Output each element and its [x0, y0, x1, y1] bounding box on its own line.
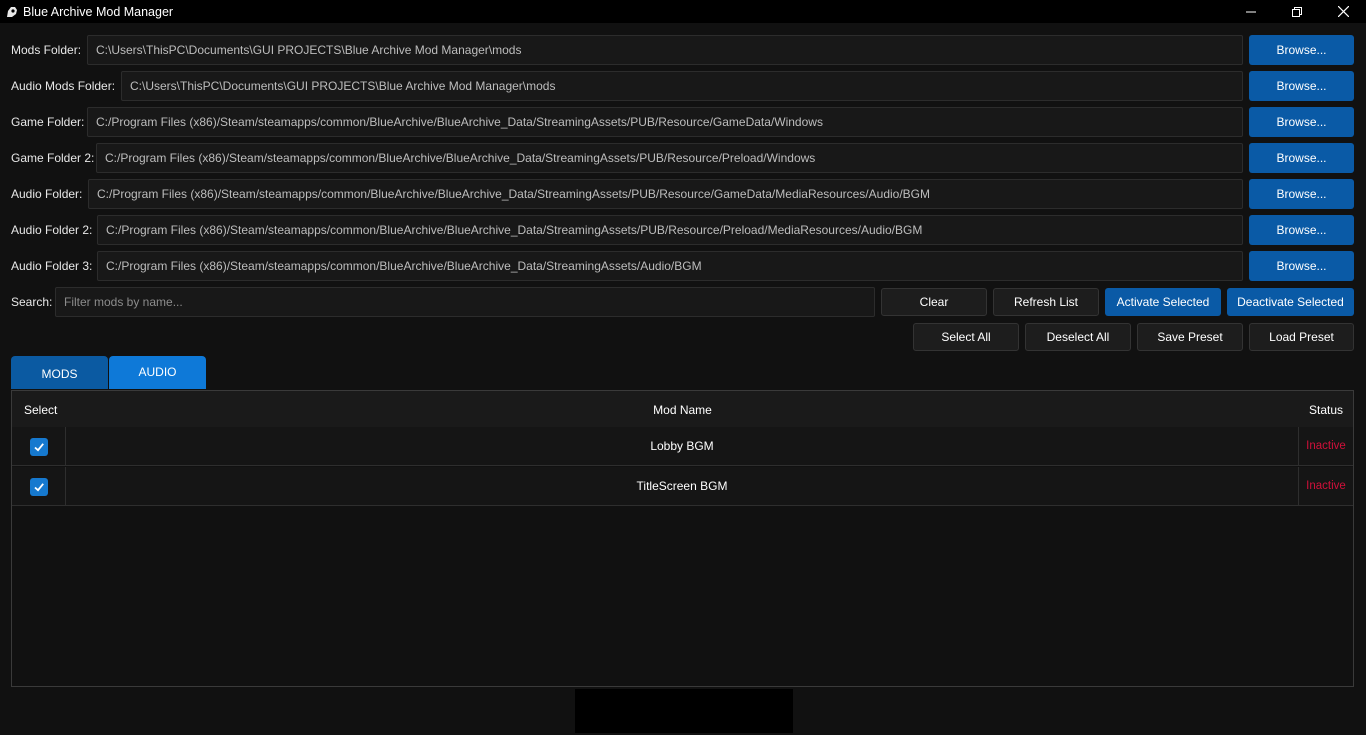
- audio-folder-label: Audio Folder:: [11, 187, 83, 201]
- game-folder-2-row: Game Folder 2: C:/Program Files (x86)/St…: [0, 142, 1366, 174]
- deactivate-selected-button[interactable]: Deactivate Selected: [1227, 288, 1354, 316]
- audio-folder-3-label: Audio Folder 3:: [11, 259, 93, 273]
- window-title: Blue Archive Mod Manager: [23, 4, 174, 19]
- column-header-mod-name[interactable]: Mod Name: [12, 391, 1353, 427]
- table-row[interactable]: TitleScreen BGM Inactive: [12, 467, 1353, 506]
- deselect-all-button[interactable]: Deselect All: [1025, 323, 1131, 351]
- game-folder-row: Game Folder: C:/Program Files (x86)/Stea…: [0, 106, 1366, 138]
- audio-folder-3-browse-button[interactable]: Browse...: [1249, 251, 1354, 281]
- audio-folder-2-input[interactable]: C:/Program Files (x86)/Steam/steamapps/c…: [97, 215, 1243, 245]
- game-folder-2-label: Game Folder 2:: [11, 151, 95, 165]
- column-header-status[interactable]: Status: [1309, 391, 1343, 427]
- bottom-panel: [575, 689, 793, 733]
- activate-selected-button[interactable]: Activate Selected: [1105, 288, 1221, 316]
- status-badge: Inactive: [1306, 440, 1346, 452]
- row-select-cell: [12, 427, 66, 466]
- audio-mods-folder-row: Audio Mods Folder: C:\Users\ThisPC\Docum…: [0, 70, 1366, 102]
- clear-button[interactable]: Clear: [881, 288, 987, 316]
- title-bar: Blue Archive Mod Manager: [0, 0, 1366, 23]
- row-checkbox[interactable]: [29, 477, 48, 496]
- restore-icon[interactable]: [1274, 0, 1320, 23]
- row-select-cell: [12, 467, 66, 506]
- load-preset-button[interactable]: Load Preset: [1249, 323, 1354, 351]
- close-icon[interactable]: [1320, 0, 1366, 23]
- save-preset-button[interactable]: Save Preset: [1137, 323, 1243, 351]
- row-checkbox[interactable]: [29, 437, 48, 456]
- game-folder-2-browse-button[interactable]: Browse...: [1249, 143, 1354, 173]
- audio-folder-input[interactable]: C:/Program Files (x86)/Steam/steamapps/c…: [88, 179, 1243, 209]
- mods-table: Select Mod Name Status Lobby BGM Inactiv…: [11, 390, 1354, 687]
- audio-mods-folder-browse-button[interactable]: Browse...: [1249, 71, 1354, 101]
- audio-folder-2-label: Audio Folder 2:: [11, 223, 93, 237]
- mod-name-cell: Lobby BGM: [66, 427, 1299, 466]
- mod-name-cell: TitleScreen BGM: [66, 467, 1299, 506]
- game-folder-2-input[interactable]: C:/Program Files (x86)/Steam/steamapps/c…: [96, 143, 1243, 173]
- checkmark-icon: [33, 442, 44, 452]
- tab-audio[interactable]: AUDIO: [109, 356, 206, 389]
- table-row[interactable]: Lobby BGM Inactive: [12, 427, 1353, 466]
- refresh-list-button[interactable]: Refresh List: [993, 288, 1099, 316]
- mods-folder-row: Mods Folder: C:\Users\ThisPC\Documents\G…: [0, 34, 1366, 66]
- mods-folder-browse-button[interactable]: Browse...: [1249, 35, 1354, 65]
- game-folder-input[interactable]: C:/Program Files (x86)/Steam/steamapps/c…: [87, 107, 1243, 137]
- search-label: Search:: [11, 295, 53, 309]
- ba-app-icon: [4, 4, 20, 20]
- audio-folder-3-input[interactable]: C:/Program Files (x86)/Steam/steamapps/c…: [97, 251, 1243, 281]
- mods-folder-input[interactable]: C:\Users\ThisPC\Documents\GUI PROJECTS\B…: [87, 35, 1243, 65]
- audio-folder-2-browse-button[interactable]: Browse...: [1249, 215, 1354, 245]
- audio-mods-folder-input[interactable]: C:\Users\ThisPC\Documents\GUI PROJECTS\B…: [121, 71, 1243, 101]
- minimize-icon[interactable]: [1228, 0, 1274, 23]
- audio-folder-3-row: Audio Folder 3: C:/Program Files (x86)/S…: [0, 250, 1366, 282]
- table-header: Select Mod Name Status: [12, 391, 1353, 427]
- status-badge: Inactive: [1306, 480, 1346, 492]
- select-all-button[interactable]: Select All: [913, 323, 1019, 351]
- audio-mods-folder-label: Audio Mods Folder:: [11, 79, 116, 93]
- game-folder-browse-button[interactable]: Browse...: [1249, 107, 1354, 137]
- search-input[interactable]: Filter mods by name...: [55, 287, 875, 317]
- audio-folder-row: Audio Folder: C:/Program Files (x86)/Ste…: [0, 178, 1366, 210]
- tab-mods[interactable]: MODS: [11, 356, 108, 389]
- audio-folder-browse-button[interactable]: Browse...: [1249, 179, 1354, 209]
- mods-folder-label: Mods Folder:: [11, 43, 82, 57]
- audio-folder-2-row: Audio Folder 2: C:/Program Files (x86)/S…: [0, 214, 1366, 246]
- checkmark-icon: [33, 482, 44, 492]
- game-folder-label: Game Folder:: [11, 115, 85, 129]
